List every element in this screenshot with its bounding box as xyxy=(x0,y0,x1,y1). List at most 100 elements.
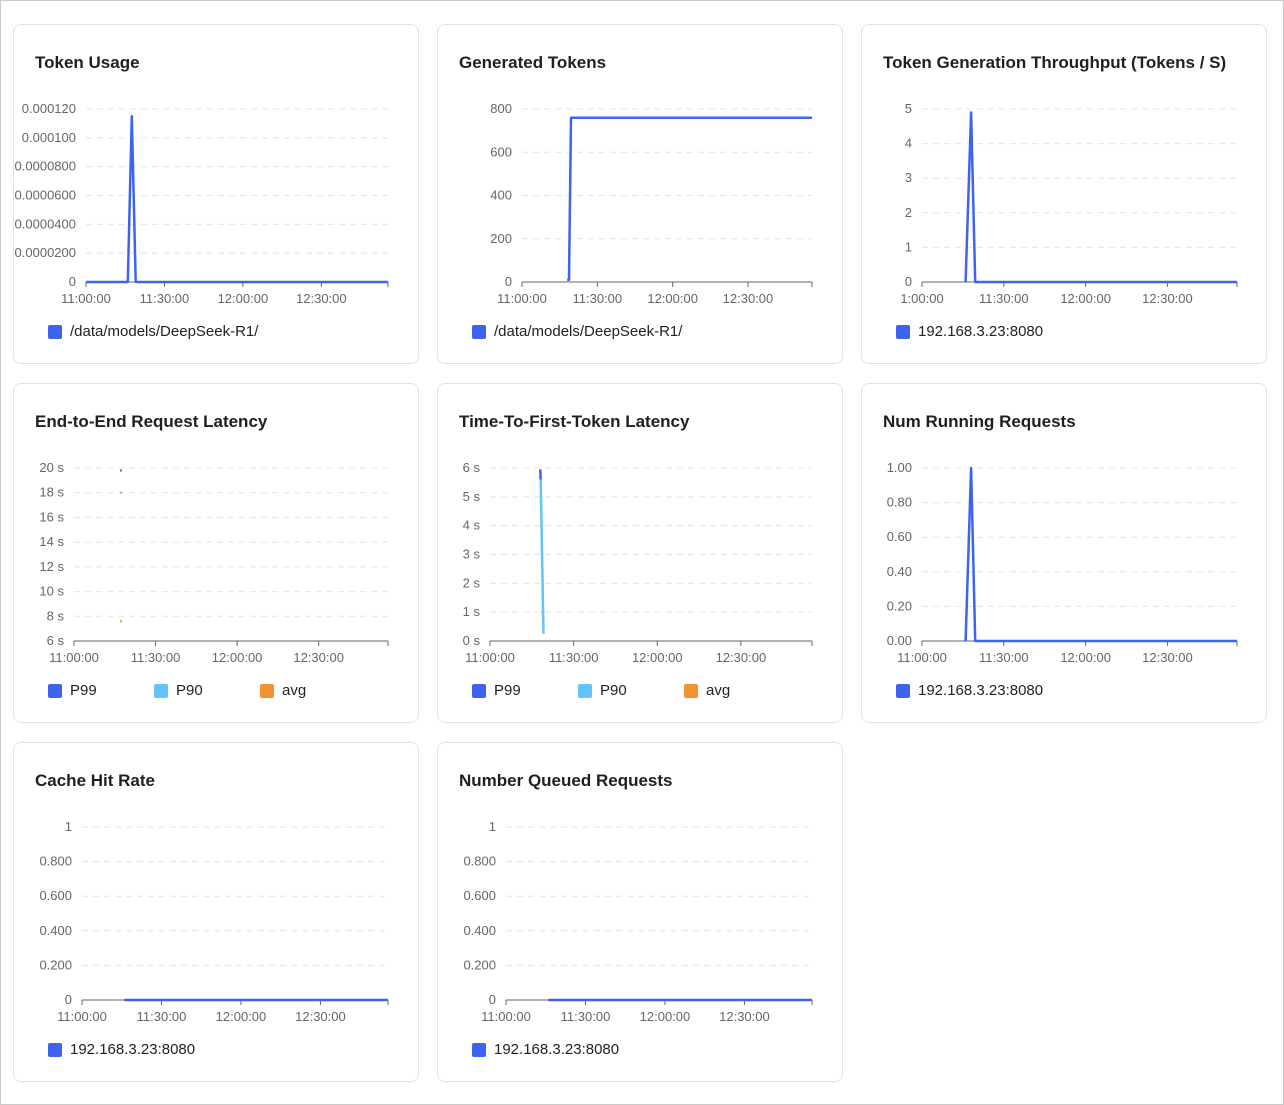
y-tick-label: 1 xyxy=(489,819,496,834)
chart-svg[interactable]: 6 s 8 s 10 s 12 s 14 s 16 s 18 s 20 s 11:00:00 11… xyxy=(14,384,420,724)
x-tick-label: 11:30:00 xyxy=(137,1009,187,1024)
chart-svg[interactable]: 0 s 1 s 2 s 3 s 4 s 5 s 6 s 11:00:00 11:30:00 12:… xyxy=(438,384,844,724)
x-tick-label: 12:00:00 xyxy=(218,291,269,306)
y-tick-label: 0.200 xyxy=(39,957,72,972)
legend-label: 192.168.3.23:8080 xyxy=(494,1041,620,1058)
legend-swatch xyxy=(472,324,486,339)
x-tick-label: 12:00:00 xyxy=(216,1009,267,1024)
y-tick-label: 0.40 xyxy=(887,564,912,579)
chart-card-generated-tokens: Generated Tokens 0 200 400 600 800 11:00:00 11… xyxy=(437,24,843,364)
y-tick-label: 6 s xyxy=(47,633,65,648)
x-tick-label: 11:30:00 xyxy=(979,650,1029,665)
x-tick-label: 11:00:00 xyxy=(481,1009,531,1024)
series-line-192-168-3-23-8080[interactable] xyxy=(964,466,1237,643)
y-tick-label: 2 s xyxy=(463,575,481,590)
y-tick-label: 5 s xyxy=(463,489,481,504)
y-tick-label: 2 xyxy=(905,205,912,220)
y-tick-label: 0.0000800 xyxy=(15,159,76,174)
legend-item[interactable]: P99 xyxy=(48,682,97,699)
y-tick-label: 0 xyxy=(489,992,496,1007)
y-tick-label: 0.800 xyxy=(463,854,496,869)
chart-svg[interactable]: 0 1 2 3 4 5 1:00:00 11:30:00 12:00:00 12:30:00 xyxy=(862,25,1268,365)
legend-label: 192.168.3.23:8080 xyxy=(918,682,1044,699)
chart-svg[interactable]: 0 0.200 0.400 0.600 0.800 1 11:00:00 11:30:00 12… xyxy=(438,743,844,1083)
x-tick-label: 11:00:00 xyxy=(57,1009,107,1024)
legend-label: P90 xyxy=(176,682,203,699)
y-tick-label: 0 xyxy=(69,274,76,289)
legend-swatch xyxy=(896,683,910,698)
y-tick-label: 14 s xyxy=(39,534,64,549)
x-tick-label: 11:00:00 xyxy=(61,291,111,306)
legend-label: avg xyxy=(282,682,307,699)
x-tick-label: 12:30:00 xyxy=(1142,650,1193,665)
chart-card-ttft-latency: Time-To-First-Token Latency 0 s1 s2 s3 s… xyxy=(437,383,843,723)
legend-item[interactable]: 192.168.3.23:8080 xyxy=(896,682,1043,699)
y-tick-label: 0.20 xyxy=(887,598,912,613)
legend-item[interactable]: P90 xyxy=(578,682,627,699)
legend-swatch xyxy=(48,324,62,339)
x-tick-label: 12:00:00 xyxy=(212,650,263,665)
legend-label: P90 xyxy=(600,682,627,699)
x-tick-label: 11:30:00 xyxy=(131,650,181,665)
y-tick-label: 0.400 xyxy=(39,923,72,938)
chart-card-token-throughput: Token Generation Throughput (Tokens / S)… xyxy=(861,24,1267,364)
x-tick-label: 11:30:00 xyxy=(573,291,623,306)
legend-item[interactable]: 192.168.3.23:8080 xyxy=(896,323,1043,340)
legend-label: P99 xyxy=(494,682,521,699)
x-tick-label: 12:00:00 xyxy=(1060,291,1111,306)
x-tick-label: 12:00:00 xyxy=(640,1009,691,1024)
x-tick-label: 11:30:00 xyxy=(979,291,1029,306)
legend-swatch xyxy=(472,1042,486,1057)
legend-item[interactable]: P90 xyxy=(154,682,203,699)
y-tick-label: 0.0000400 xyxy=(15,216,76,231)
series-line-p90[interactable] xyxy=(539,479,545,634)
x-tick-label: 12:30:00 xyxy=(723,291,774,306)
chart-svg[interactable]: 0 0.200 0.400 0.600 0.800 1 11:00:00 11:30:00 12… xyxy=(14,743,420,1083)
y-tick-label: 20 s xyxy=(39,460,64,475)
y-tick-label: 3 xyxy=(905,170,912,185)
x-tick-label: 11:00:00 xyxy=(49,650,99,665)
series-line-p99[interactable] xyxy=(538,469,542,480)
legend-swatch xyxy=(154,683,168,698)
y-tick-label: 600 xyxy=(490,144,512,159)
y-tick-label: 0.800 xyxy=(39,854,72,869)
legend-swatch xyxy=(48,1042,62,1057)
legend-item[interactable]: /data/models/DeepSeek-R1/ xyxy=(472,323,682,340)
y-tick-label: 3 s xyxy=(463,547,481,562)
y-tick-label: 1 s xyxy=(463,604,481,619)
series-line-192-168-3-23-8080[interactable] xyxy=(964,111,1237,284)
y-tick-label: 0.000100 xyxy=(22,130,76,145)
legend-item[interactable]: 192.168.3.23:8080 xyxy=(48,1041,195,1058)
y-tick-label: 0.400 xyxy=(463,923,496,938)
x-tick-label: 11:00:00 xyxy=(465,650,515,665)
chart-svg[interactable]: 0 0.0000200 0.0000400 0.0000600 0.0000800 0.0… xyxy=(14,25,420,365)
y-tick-label: 8 s xyxy=(47,608,65,623)
y-tick-label: 4 s xyxy=(463,518,481,533)
chart-svg[interactable]: 0 200 400 600 800 11:00:00 11:30:00 12:00:00 12:… xyxy=(438,25,844,365)
y-tick-label: 1.00 xyxy=(887,460,912,475)
x-tick-label: 1:00:00 xyxy=(900,291,943,306)
y-tick-label: 16 s xyxy=(39,509,64,524)
x-tick-label: 12:00:00 xyxy=(1060,650,1111,665)
y-tick-label: 0.80 xyxy=(887,495,912,510)
x-tick-label: 11:30:00 xyxy=(561,1009,611,1024)
x-tick-label: 12:00:00 xyxy=(647,291,698,306)
chart-card-num-running: Num Running Requests 0.00 0.20 0.40 0.60 0.8… xyxy=(861,383,1267,723)
legend-item[interactable]: 192.168.3.23:8080 xyxy=(472,1041,619,1058)
legend-item[interactable]: avg xyxy=(684,682,730,699)
series-line--data-models-deepseek-r1-[interactable] xyxy=(86,114,388,284)
y-tick-label: 0 xyxy=(905,274,912,289)
chart-svg[interactable]: 0.00 0.20 0.40 0.60 0.80 1.00 11:00:00 11:30:00… xyxy=(862,384,1268,724)
legend-item[interactable]: P99 xyxy=(472,682,521,699)
y-tick-label: 0.0000600 xyxy=(15,188,76,203)
legend-item[interactable]: avg xyxy=(260,682,306,699)
series-line--data-models-deepseek-r1-[interactable] xyxy=(567,116,812,282)
x-tick-label: 12:30:00 xyxy=(719,1009,770,1024)
legend-item[interactable]: /data/models/DeepSeek-R1/ xyxy=(48,323,258,340)
x-tick-label: 11:00:00 xyxy=(897,650,947,665)
x-tick-label: 11:30:00 xyxy=(549,650,599,665)
y-tick-label: 0.200 xyxy=(463,957,496,972)
y-tick-label: 0.00 xyxy=(887,633,912,648)
chart-card-e2e-latency: End-to-End Request Latency 6 s8 s 10 s 12 … xyxy=(13,383,419,723)
legend-swatch xyxy=(578,683,592,698)
